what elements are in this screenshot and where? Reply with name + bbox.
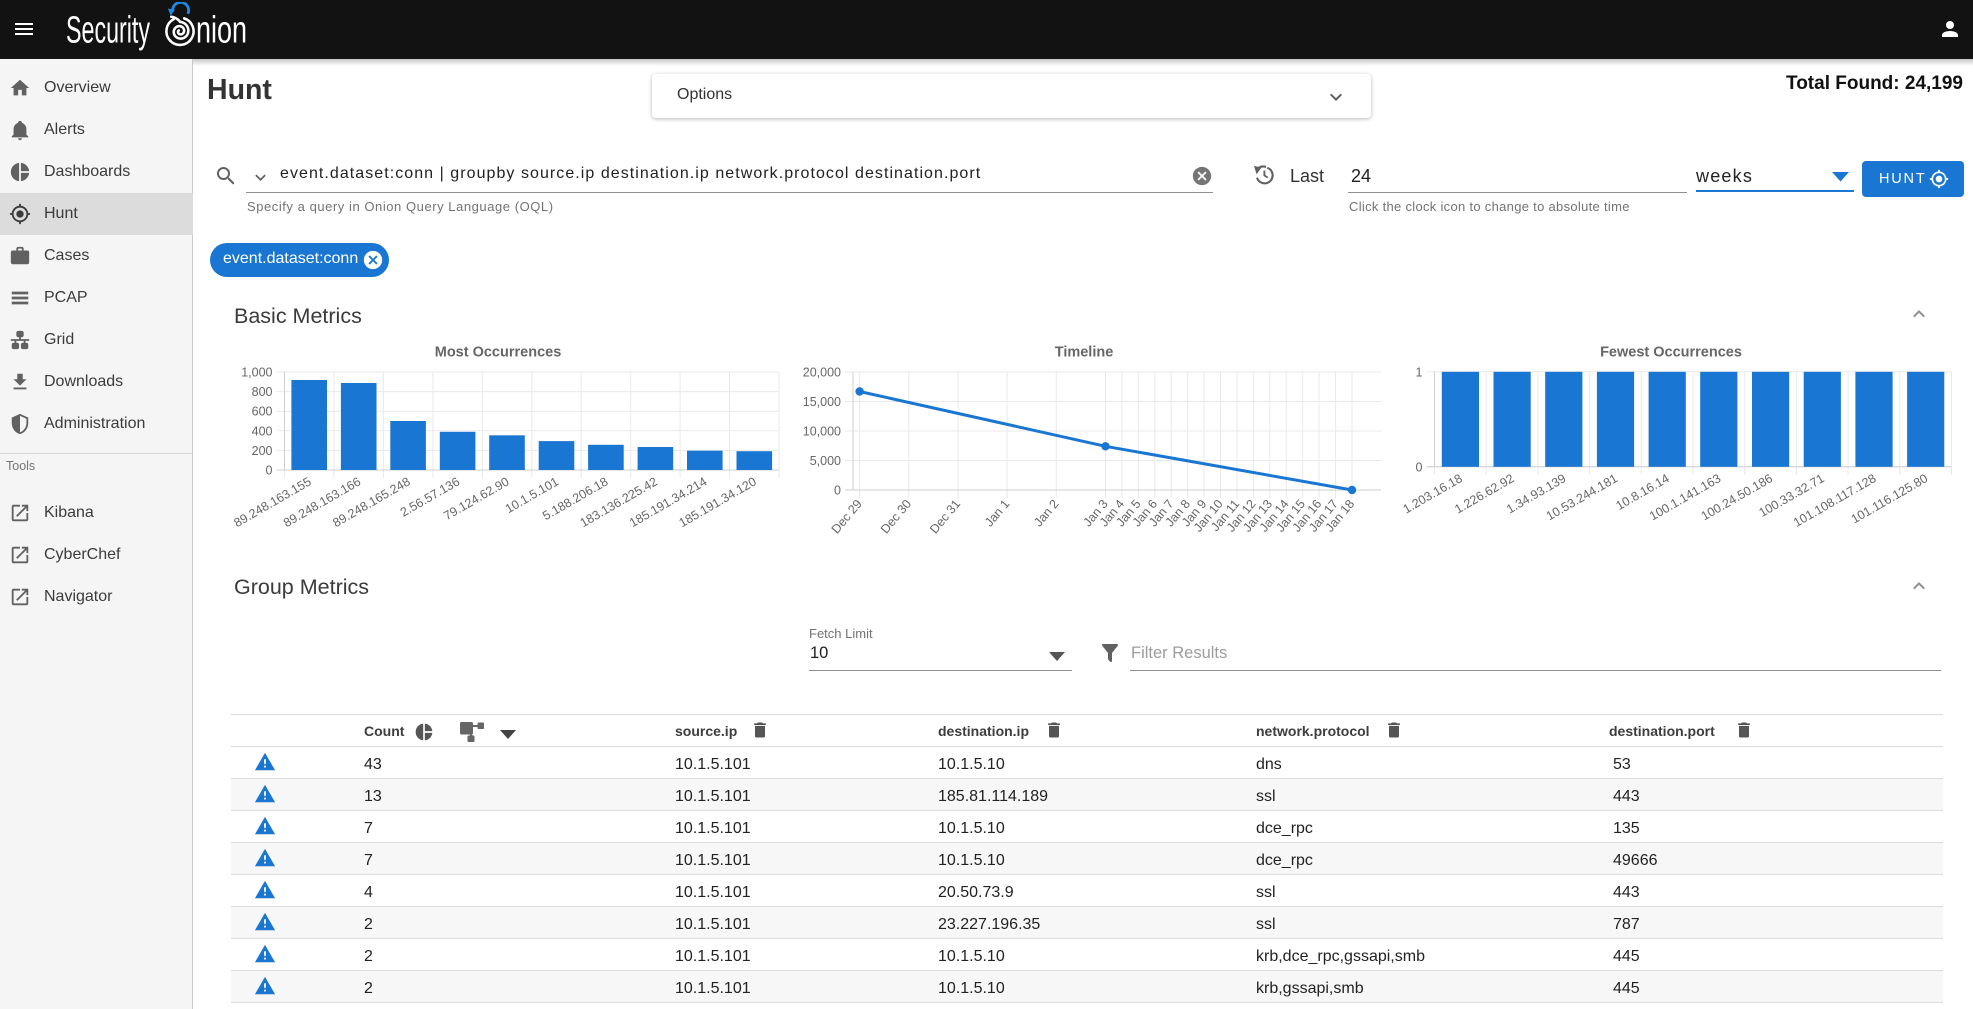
svg-text:800: 800 [252,385,273,399]
svg-text:200: 200 [252,444,273,458]
svg-text:600: 600 [252,405,273,419]
svg-text:Most Occurrences: Most Occurrences [435,345,562,361]
svg-text:Dec 31: Dec 31 [927,497,963,536]
svg-text:Fewest Occurrences: Fewest Occurrences [1600,345,1742,361]
svg-text:15,000: 15,000 [803,395,841,409]
svg-text:5,000: 5,000 [810,454,841,468]
svg-text:Security: Security [66,10,150,52]
svg-text:10,000: 10,000 [803,425,841,439]
svg-text:Dec 30: Dec 30 [878,497,914,536]
svg-text:Jan 2: Jan 2 [1031,497,1061,529]
svg-text:20,000: 20,000 [803,366,841,380]
svg-text:Timeline: Timeline [1055,345,1114,361]
svg-text:Jan 1: Jan 1 [982,497,1012,529]
svg-text:1,000: 1,000 [241,366,272,380]
svg-text:nion: nion [196,10,247,52]
svg-text:400: 400 [252,424,273,438]
svg-text:0: 0 [1416,460,1423,474]
svg-text:1: 1 [1416,365,1423,379]
svg-text:0: 0 [834,484,841,498]
svg-text:Dec 29: Dec 29 [829,497,865,536]
svg-text:0: 0 [266,464,273,478]
